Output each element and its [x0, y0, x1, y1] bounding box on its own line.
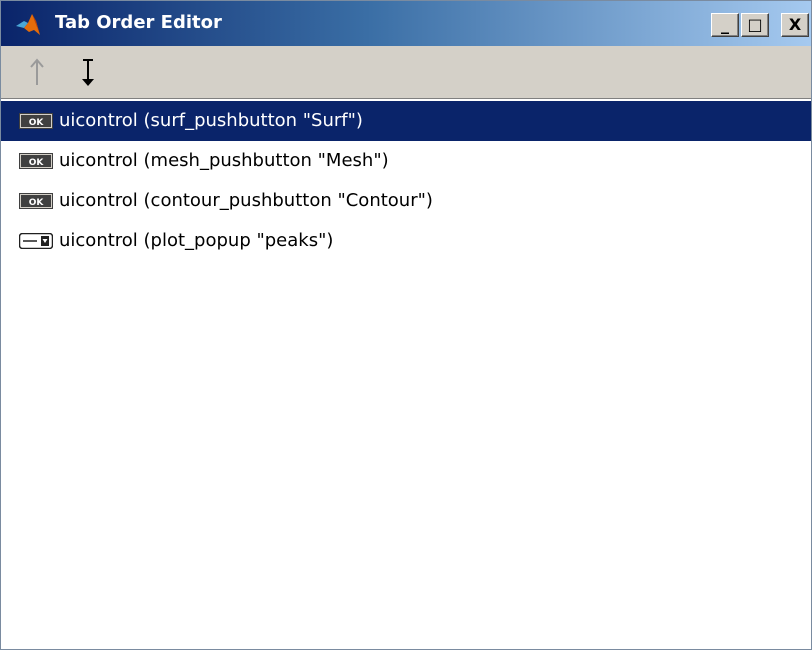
move-up-button[interactable] — [20, 54, 54, 90]
pushbutton-icon: OK — [19, 193, 53, 209]
minimize-icon: _ — [721, 15, 729, 34]
minimize-button[interactable]: _ — [711, 13, 739, 37]
maximize-icon: □ — [747, 15, 763, 34]
up-arrow-icon — [30, 58, 44, 85]
list-item-label: uicontrol (mesh_pushbutton "Mesh") — [59, 150, 389, 171]
tab-order-list[interactable]: OK uicontrol (surf_pushbutton "Surf") OK… — [1, 101, 811, 649]
move-down-button[interactable] — [71, 54, 105, 90]
pushbutton-icon: OK — [19, 113, 53, 129]
list-item[interactable]: OK uicontrol (surf_pushbutton "Surf") — [1, 101, 811, 141]
popupmenu-icon — [19, 233, 53, 249]
close-icon: X — [788, 15, 802, 34]
matlab-logo-icon — [16, 14, 40, 35]
list-item-label: uicontrol (contour_pushbutton "Contour") — [59, 190, 433, 211]
close-button[interactable]: X — [781, 13, 809, 37]
svg-text:OK: OK — [29, 158, 45, 168]
window-title: Tab Order Editor — [55, 12, 222, 33]
list-item[interactable]: uicontrol (plot_popup "peaks") — [1, 221, 811, 261]
svg-text:OK: OK — [29, 198, 45, 208]
pushbutton-icon: OK — [19, 153, 53, 169]
down-arrow-icon — [82, 59, 94, 86]
title-bar[interactable]: Tab Order Editor _ □ X — [1, 1, 811, 46]
list-item[interactable]: OK uicontrol (contour_pushbutton "Contou… — [1, 181, 811, 221]
list-item-label: uicontrol (surf_pushbutton "Surf") — [59, 110, 363, 131]
list-item-label: uicontrol (plot_popup "peaks") — [59, 230, 334, 251]
tab-order-editor-window: Tab Order Editor _ □ X OK uicontrol (sur… — [0, 0, 812, 650]
toolbar — [1, 46, 811, 98]
maximize-button[interactable]: □ — [741, 13, 769, 37]
list-item[interactable]: OK uicontrol (mesh_pushbutton "Mesh") — [1, 141, 811, 181]
svg-text:OK: OK — [29, 118, 45, 128]
